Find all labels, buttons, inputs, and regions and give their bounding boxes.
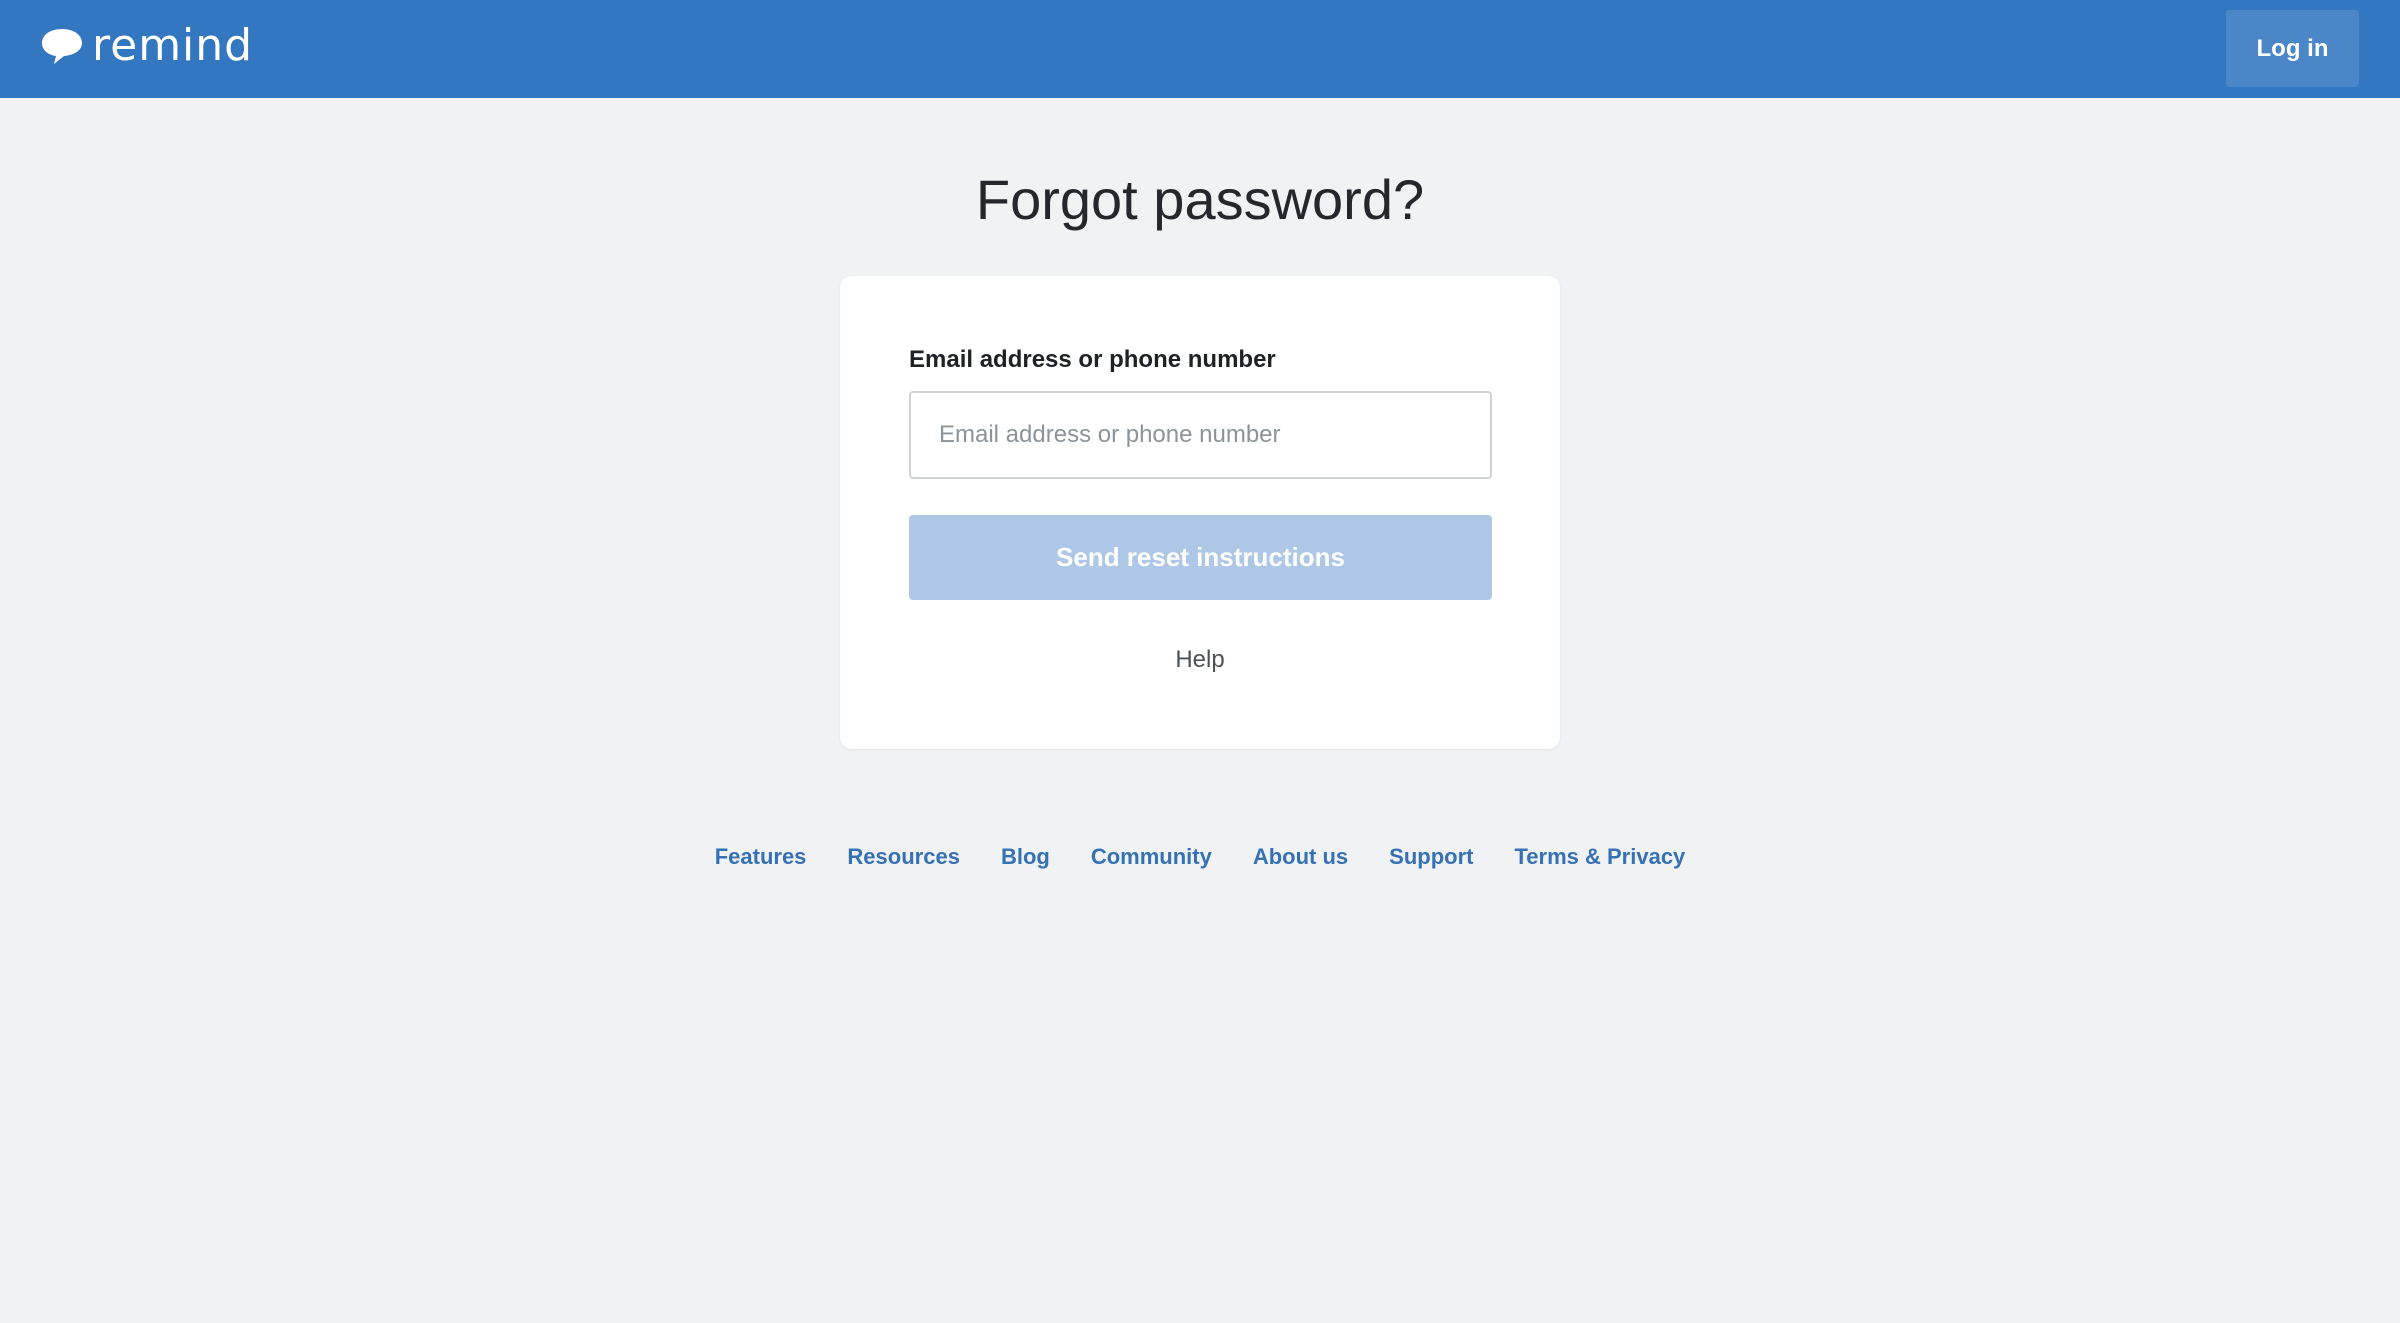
email-field-label: Email address or phone number bbox=[909, 346, 1276, 373]
remind-logo[interactable]: remind bbox=[40, 22, 253, 70]
footer-link-about-us[interactable]: About us bbox=[1253, 842, 1348, 872]
logo-wordmark: remind bbox=[92, 20, 254, 71]
footer-link-blog[interactable]: Blog bbox=[1001, 842, 1050, 872]
footer-link-terms-privacy[interactable]: Terms & Privacy bbox=[1514, 842, 1685, 872]
footer-link-community[interactable]: Community bbox=[1091, 842, 1212, 872]
speech-bubble-icon bbox=[42, 29, 82, 64]
footer-nav: Features Resources Blog Community About … bbox=[0, 842, 2400, 872]
email-or-phone-input[interactable] bbox=[909, 391, 1492, 479]
reset-password-card: Email address or phone number Send reset… bbox=[840, 276, 1560, 749]
top-navigation-bar: remind Log in bbox=[0, 0, 2400, 98]
footer-link-features[interactable]: Features bbox=[715, 842, 807, 872]
log-in-button[interactable]: Log in bbox=[2226, 10, 2359, 87]
send-reset-instructions-button[interactable]: Send reset instructions bbox=[909, 515, 1492, 600]
help-link[interactable]: Help bbox=[840, 644, 1560, 676]
footer-link-resources[interactable]: Resources bbox=[847, 842, 960, 872]
footer-link-support[interactable]: Support bbox=[1389, 842, 1473, 872]
page-title: Forgot password? bbox=[975, 168, 1425, 231]
